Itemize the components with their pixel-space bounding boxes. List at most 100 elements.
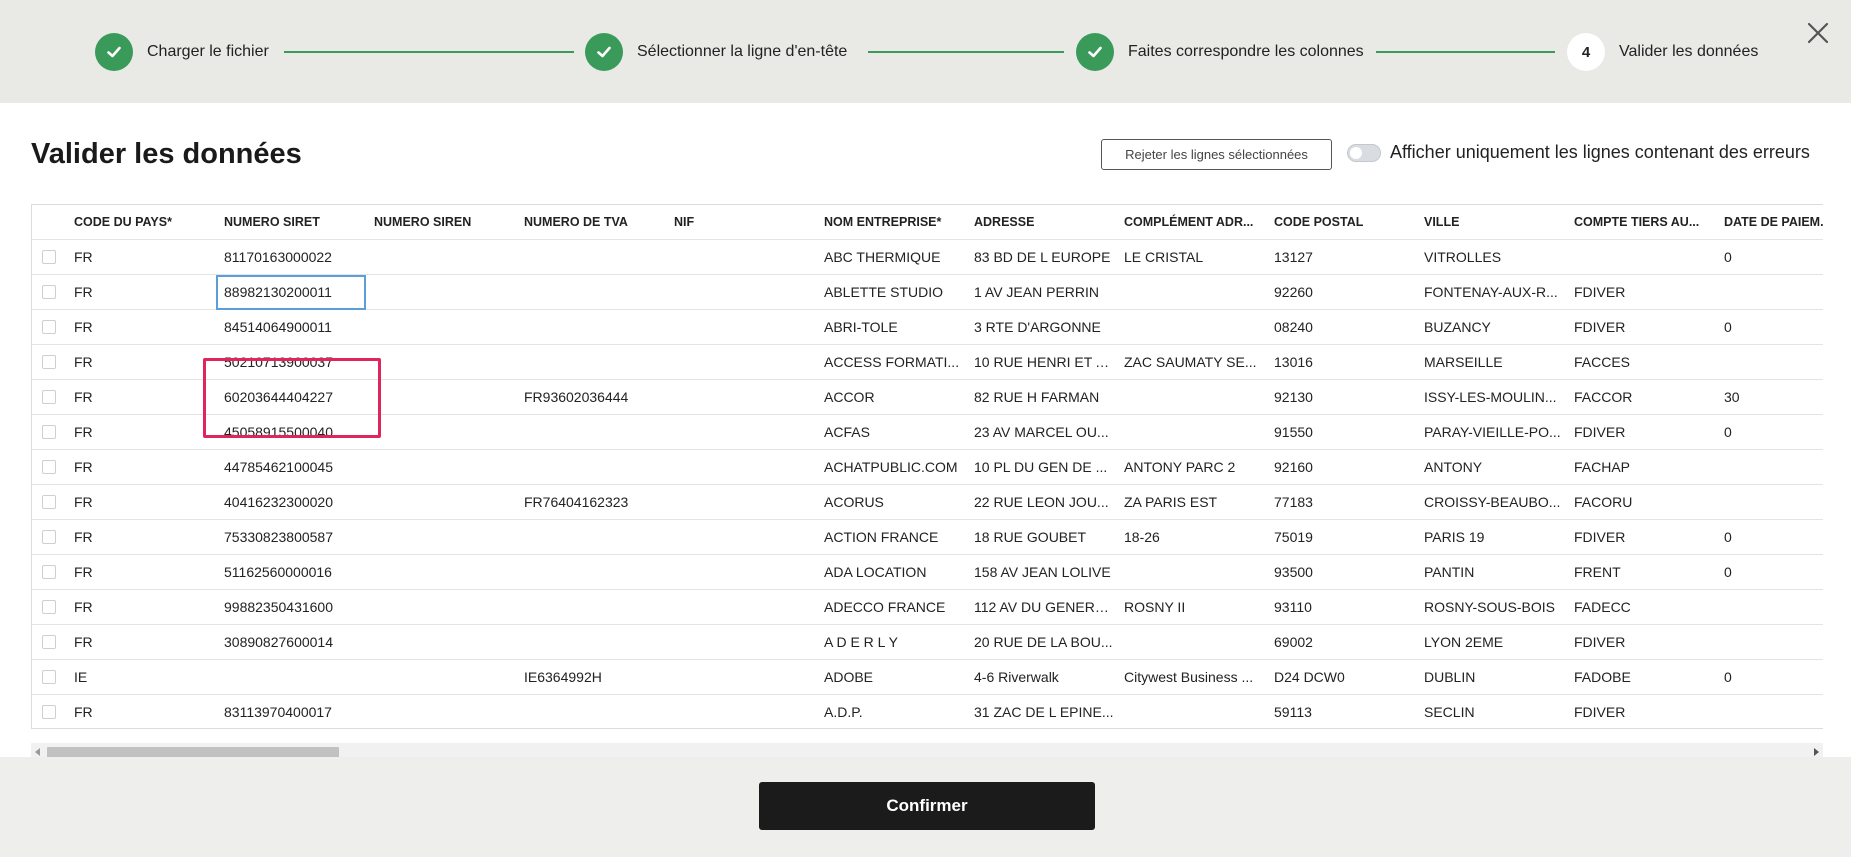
cell-compte-tiers-au[interactable] <box>1574 240 1714 275</box>
reject-selected-rows-button[interactable]: Rejeter les lignes sélectionnées <box>1101 139 1332 170</box>
row-select-checkbox[interactable] <box>42 565 56 579</box>
cell-adresse[interactable]: 112 AV DU GENERA... <box>974 590 1114 625</box>
cell-numero-siret[interactable]: 40416232300020 <box>224 485 364 520</box>
column-header-adresse[interactable]: ADRESSE <box>974 205 1114 240</box>
cell-code-du-pays[interactable]: FR <box>74 345 214 380</box>
cell-numero-siren[interactable] <box>374 275 514 310</box>
cell-adresse[interactable]: 82 RUE H FARMAN <box>974 380 1114 415</box>
cell-numero-siren[interactable] <box>374 695 514 728</box>
row-select-checkbox[interactable] <box>42 425 56 439</box>
cell-date-de-paiem[interactable] <box>1724 345 1823 380</box>
row-select-checkbox[interactable] <box>42 320 56 334</box>
row-select-checkbox[interactable] <box>42 705 56 719</box>
cell-code-du-pays[interactable]: FR <box>74 380 214 415</box>
cell-adresse[interactable]: 3 RTE D'ARGONNE <box>974 310 1114 345</box>
cell-code-du-pays[interactable]: FR <box>74 240 214 275</box>
column-header-complement-adr[interactable]: COMPLÉMENT ADR... <box>1124 205 1264 240</box>
cell-nif[interactable] <box>674 625 814 660</box>
cell-code-postal[interactable]: 93110 <box>1274 590 1414 625</box>
cell-nom-entreprise[interactable]: ACHATPUBLIC.COM <box>824 450 964 485</box>
cell-complement-adr[interactable]: LE CRISTAL <box>1124 240 1264 275</box>
scroll-left-icon[interactable] <box>35 748 40 756</box>
cell-nif[interactable] <box>674 485 814 520</box>
confirm-button[interactable]: Confirmer <box>759 782 1095 830</box>
row-select-checkbox[interactable] <box>42 600 56 614</box>
cell-numero-siren[interactable] <box>374 345 514 380</box>
cell-code-postal[interactable]: 93500 <box>1274 555 1414 590</box>
cell-date-de-paiem[interactable]: 0 <box>1724 310 1823 345</box>
cell-date-de-paiem[interactable] <box>1724 590 1823 625</box>
cell-numero-siren[interactable] <box>374 625 514 660</box>
cell-nom-entreprise[interactable]: ACTION FRANCE <box>824 520 964 555</box>
cell-code-postal[interactable]: 91550 <box>1274 415 1414 450</box>
cell-numero-de-tva[interactable] <box>524 555 664 590</box>
cell-numero-de-tva[interactable] <box>524 590 664 625</box>
cell-numero-siren[interactable] <box>374 240 514 275</box>
cell-nif[interactable] <box>674 310 814 345</box>
cell-numero-siren[interactable] <box>374 590 514 625</box>
column-header-nif[interactable]: NIF <box>674 205 814 240</box>
cell-date-de-paiem[interactable]: 0 <box>1724 415 1823 450</box>
cell-compte-tiers-au[interactable]: FDIVER <box>1574 415 1714 450</box>
cell-numero-siren[interactable] <box>374 555 514 590</box>
cell-nif[interactable] <box>674 520 814 555</box>
cell-date-de-paiem[interactable] <box>1724 485 1823 520</box>
cell-nom-entreprise[interactable]: A D E R L Y <box>824 625 964 660</box>
cell-numero-de-tva[interactable] <box>524 695 664 728</box>
cell-ville[interactable]: MARSEILLE <box>1424 345 1564 380</box>
cell-numero-siret[interactable]: 45058915500040 <box>224 415 364 450</box>
cell-numero-siret[interactable]: 51162560000016 <box>224 555 364 590</box>
cell-ville[interactable]: ANTONY <box>1424 450 1564 485</box>
errors-only-toggle[interactable] <box>1347 143 1381 162</box>
cell-nom-entreprise[interactable]: ABC THERMIQUE <box>824 240 964 275</box>
cell-numero-de-tva[interactable] <box>524 310 664 345</box>
cell-numero-siret[interactable]: 88982130200011 <box>216 275 366 310</box>
cell-complement-adr[interactable] <box>1124 310 1264 345</box>
cell-numero-de-tva[interactable]: FR93602036444 <box>524 380 664 415</box>
cell-code-postal[interactable]: 92130 <box>1274 380 1414 415</box>
cell-ville[interactable]: ROSNY-SOUS-BOIS <box>1424 590 1564 625</box>
column-header-numero-siret[interactable]: NUMERO SIRET <box>224 205 364 240</box>
cell-nif[interactable] <box>674 590 814 625</box>
cell-compte-tiers-au[interactable]: FDIVER <box>1574 520 1714 555</box>
cell-nom-entreprise[interactable]: ABRI-TOLE <box>824 310 964 345</box>
cell-ville[interactable]: VITROLLES <box>1424 240 1564 275</box>
cell-code-du-pays[interactable]: FR <box>74 310 214 345</box>
cell-ville[interactable]: FONTENAY-AUX-R... <box>1424 275 1564 310</box>
cell-numero-de-tva[interactable] <box>524 345 664 380</box>
cell-numero-siret[interactable]: 50210713900037 <box>224 345 364 380</box>
cell-adresse[interactable]: 83 BD DE L EUROPE <box>974 240 1114 275</box>
cell-complement-adr[interactable]: Citywest Business ... <box>1124 660 1264 695</box>
cell-numero-siret[interactable]: 60203644404227 <box>224 380 364 415</box>
cell-complement-adr[interactable] <box>1124 380 1264 415</box>
cell-nom-entreprise[interactable]: ADECCO FRANCE <box>824 590 964 625</box>
cell-code-postal[interactable]: 92260 <box>1274 275 1414 310</box>
cell-ville[interactable]: LYON 2EME <box>1424 625 1564 660</box>
cell-date-de-paiem[interactable] <box>1724 625 1823 660</box>
cell-adresse[interactable]: 31 ZAC DE L EPINE... <box>974 695 1114 728</box>
cell-date-de-paiem[interactable] <box>1724 450 1823 485</box>
row-select-checkbox[interactable] <box>42 390 56 404</box>
cell-date-de-paiem[interactable] <box>1724 275 1823 310</box>
cell-compte-tiers-au[interactable]: FDIVER <box>1574 310 1714 345</box>
cell-code-du-pays[interactable]: IE <box>74 660 214 695</box>
cell-code-du-pays[interactable]: FR <box>74 415 214 450</box>
cell-nom-entreprise[interactable]: ACCESS FORMATI... <box>824 345 964 380</box>
cell-numero-siren[interactable] <box>374 660 514 695</box>
cell-compte-tiers-au[interactable]: FACORU <box>1574 485 1714 520</box>
cell-adresse[interactable]: 1 AV JEAN PERRIN <box>974 275 1114 310</box>
row-select-checkbox[interactable] <box>42 250 56 264</box>
cell-nif[interactable] <box>674 660 814 695</box>
cell-complement-adr[interactable]: 18-26 <box>1124 520 1264 555</box>
cell-date-de-paiem[interactable]: 0 <box>1724 660 1823 695</box>
cell-ville[interactable]: BUZANCY <box>1424 310 1564 345</box>
cell-code-du-pays[interactable]: FR <box>74 555 214 590</box>
column-header-nom-entreprise[interactable]: NOM ENTREPRISE* <box>824 205 964 240</box>
column-header-code-postal[interactable]: CODE POSTAL <box>1274 205 1414 240</box>
cell-numero-siren[interactable] <box>374 415 514 450</box>
cell-complement-adr[interactable] <box>1124 555 1264 590</box>
cell-adresse[interactable]: 22 RUE LEON JOU... <box>974 485 1114 520</box>
cell-nom-entreprise[interactable]: ACORUS <box>824 485 964 520</box>
cell-nom-entreprise[interactable]: ADA LOCATION <box>824 555 964 590</box>
cell-numero-de-tva[interactable]: IE6364992H <box>524 660 664 695</box>
